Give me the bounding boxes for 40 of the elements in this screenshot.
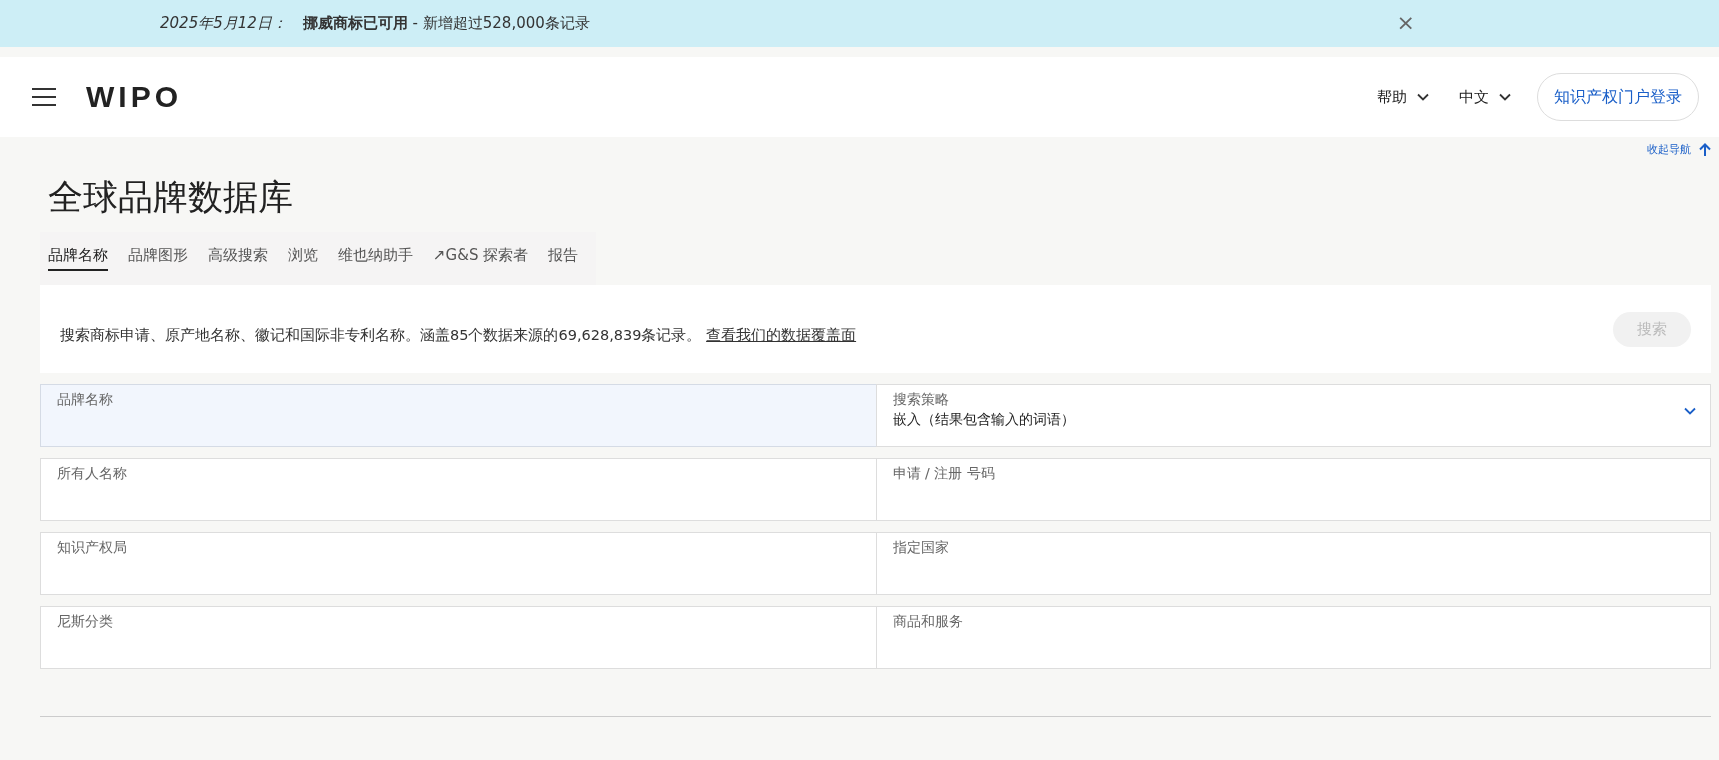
arrow-up-icon [1699, 142, 1711, 156]
input-field[interactable]: 品牌名称 [40, 384, 876, 447]
input-field[interactable]: 商品和服务 [875, 606, 1711, 669]
field-label: 所有人名称 [57, 465, 128, 483]
banner-message: 挪威商标已可用 - 新增超过528,000条记录 [302, 14, 590, 33]
wipo-logo[interactable]: WIPO [86, 80, 182, 114]
close-button[interactable]: × [1392, 12, 1419, 34]
input-field[interactable]: 指定国家 [875, 532, 1711, 595]
tab[interactable]: 维也纳助手 [338, 246, 413, 271]
input-field[interactable]: 申请 / 注册 号码 [875, 458, 1711, 521]
field-label: 申请 / 注册 号码 [892, 465, 996, 483]
select-field[interactable]: 搜索策略 嵌入（结果包含输入的词语） [875, 384, 1711, 447]
chevron-down-icon [1684, 407, 1696, 415]
menu-dropdown[interactable]: 中文 [1455, 83, 1515, 111]
tab[interactable]: 品牌图形 [128, 246, 188, 271]
intro-text: 搜索商标申请、原产地名称、徽记和国际非专利名称。涵盖85个数据来源的69,628,839条记录。 查看我们的数据覆盖面 [60, 325, 857, 345]
tab[interactable]: 品牌名称 [48, 246, 108, 271]
field-label: 搜索策略 [892, 391, 950, 409]
field-label: 知识产权局 [57, 539, 128, 557]
menu-dropdown[interactable]: 帮助 [1373, 83, 1433, 111]
menu-icon[interactable] [32, 88, 56, 106]
login-button[interactable]: 知识产权门户登录 [1537, 73, 1699, 121]
chevron-down-icon [1417, 93, 1429, 101]
input-field[interactable]: 知识产权局 [40, 532, 876, 595]
input-field[interactable]: 尼斯分类 [40, 606, 876, 669]
collapse-nav-link[interactable]: 收起导航 [1647, 141, 1711, 157]
input-field[interactable]: 所有人名称 [40, 458, 876, 521]
page-title: 全球品牌数据库 [48, 176, 294, 219]
data-coverage-link[interactable]: 查看我们的数据覆盖面 [706, 326, 857, 343]
field-label: 商品和服务 [892, 613, 964, 631]
banner-date: 2025年5月12日： [160, 14, 287, 33]
field-label: 指定国家 [892, 539, 950, 557]
field-label: 品牌名称 [57, 391, 114, 409]
chevron-down-icon [1499, 93, 1511, 101]
tab[interactable]: ↗G&S 探索者 [433, 246, 529, 271]
field-label: 尼斯分类 [57, 613, 114, 631]
field-value: 嵌入（结果包含输入的词语） [892, 411, 1076, 429]
tab[interactable]: 浏览 [288, 246, 318, 271]
tab[interactable]: 高级搜索 [208, 246, 268, 271]
tab[interactable]: 报告 [548, 246, 579, 271]
